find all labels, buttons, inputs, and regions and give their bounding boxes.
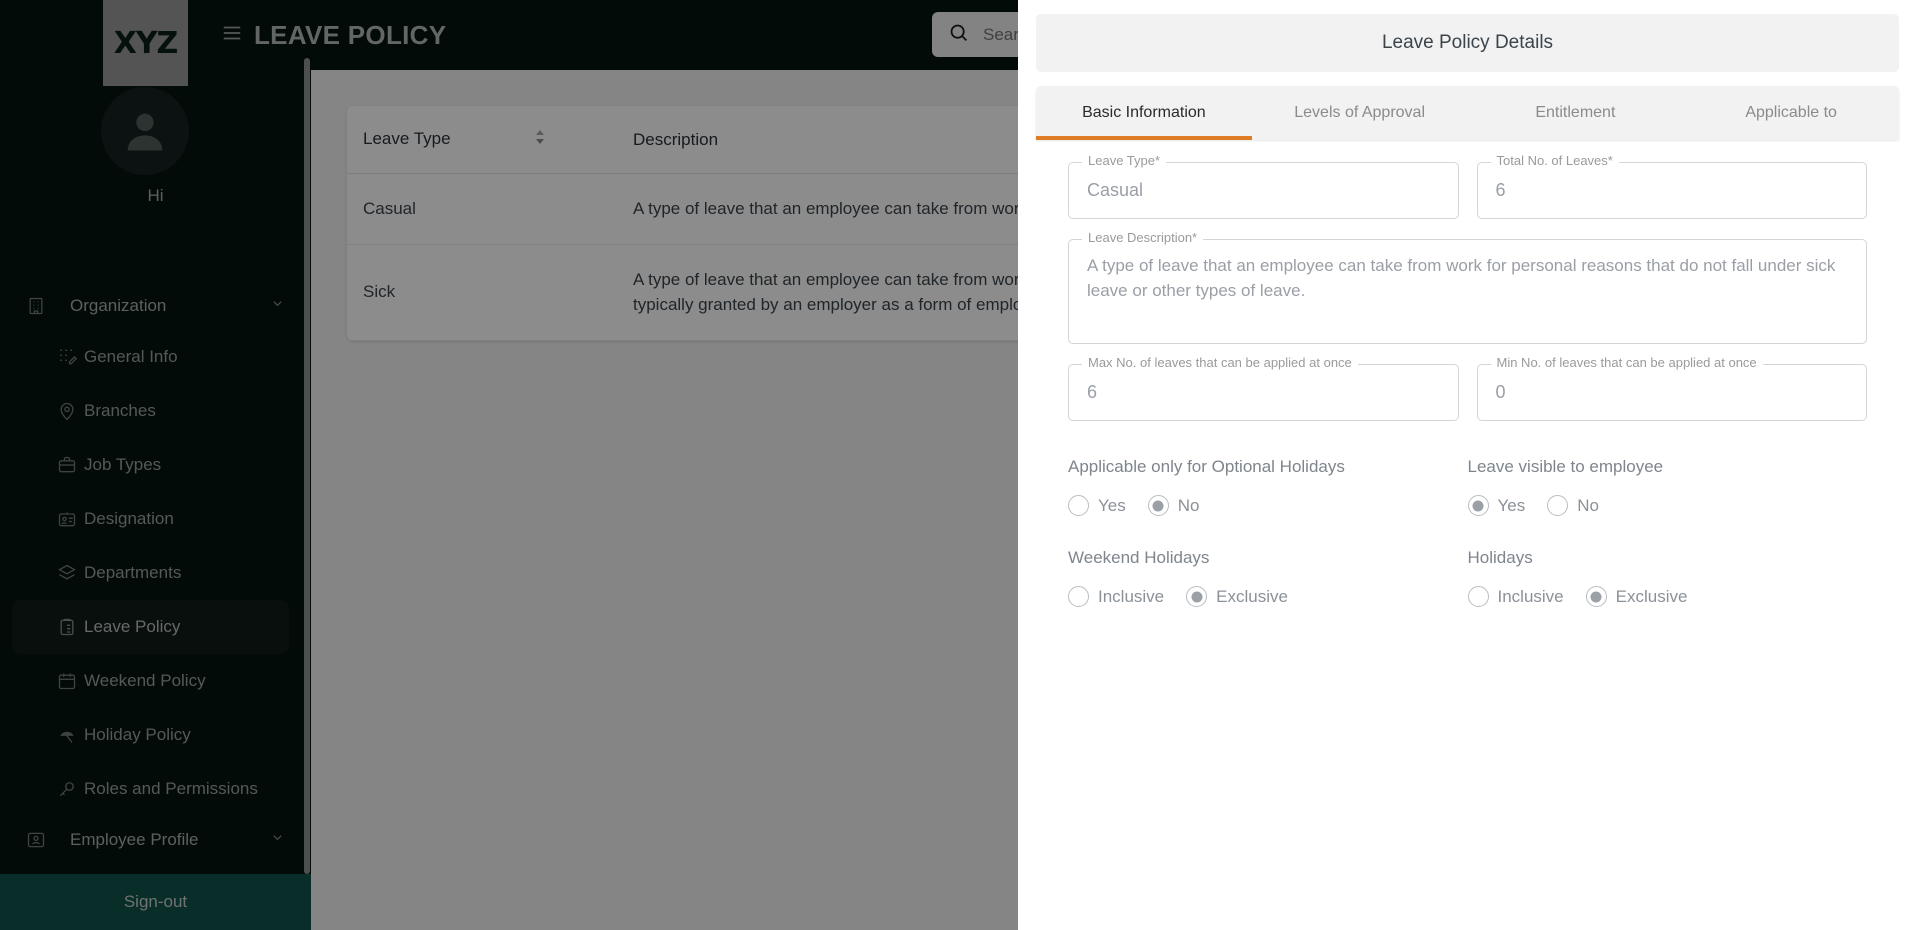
radio-dot-icon (1586, 586, 1607, 607)
field-label: Leave Description* (1082, 230, 1203, 245)
tab-basic-information[interactable]: Basic Information (1036, 86, 1252, 140)
radio-dot-icon (1148, 495, 1169, 516)
form-row-3: Max No. of leaves that can be applied at… (1068, 364, 1867, 421)
radio-group-label: Weekend Holidays (1068, 548, 1468, 568)
radio-group-label: Holidays (1468, 548, 1868, 568)
field-total-leaves: Total No. of Leaves* 6 (1477, 162, 1868, 219)
radio-option-label: Inclusive (1498, 587, 1564, 607)
radio-option-label: No (1577, 496, 1599, 516)
radio-option-label: Exclusive (1616, 587, 1688, 607)
field-label: Leave Type* (1082, 153, 1166, 168)
form-row-1: Leave Type* Casual Total No. of Leaves* … (1068, 162, 1867, 219)
min-leaves-input[interactable]: 0 (1477, 364, 1868, 421)
radio-group-label: Leave visible to employee (1468, 457, 1868, 477)
field-min-leaves: Min No. of leaves that can be applied at… (1477, 364, 1868, 421)
radio-dot-icon (1547, 495, 1568, 516)
leave-policy-details-modal: Leave Policy Details Basic Information L… (1018, 0, 1917, 930)
radio-dot-icon (1468, 586, 1489, 607)
radio-option-no[interactable]: No (1547, 495, 1599, 516)
tab-levels-of-approval[interactable]: Levels of Approval (1252, 86, 1468, 140)
field-label: Max No. of leaves that can be applied at… (1082, 355, 1358, 370)
radio-option-label: Inclusive (1098, 587, 1164, 607)
basic-information-form: Leave Type* Casual Total No. of Leaves* … (1018, 140, 1917, 639)
field-label: Total No. of Leaves* (1491, 153, 1619, 168)
modal-tabs: Basic Information Levels of Approval Ent… (1036, 86, 1899, 140)
radio-group-optional-holidays: Applicable only for Optional Holidays Ye… (1068, 457, 1468, 516)
radio-option-label: Yes (1498, 496, 1526, 516)
form-row-2: Leave Description* A type of leave that … (1068, 239, 1867, 344)
radio-option-exclusive[interactable]: Exclusive (1186, 586, 1288, 607)
modal-title: Leave Policy Details (1036, 14, 1899, 72)
field-leave-description: Leave Description* A type of leave that … (1068, 239, 1867, 344)
leave-description-textarea[interactable]: A type of leave that an employee can tak… (1068, 239, 1867, 344)
radio-row-2: Weekend Holidays Inclusive Exclusive (1068, 548, 1867, 607)
tab-applicable-to[interactable]: Applicable to (1683, 86, 1899, 140)
radio-option-inclusive[interactable]: Inclusive (1468, 586, 1564, 607)
radio-group-label: Applicable only for Optional Holidays (1068, 457, 1468, 477)
radio-option-label: Yes (1098, 496, 1126, 516)
radio-dot-icon (1468, 495, 1489, 516)
field-label: Min No. of leaves that can be applied at… (1491, 355, 1763, 370)
field-leave-type: Leave Type* Casual (1068, 162, 1459, 219)
radio-option-label: Exclusive (1216, 587, 1288, 607)
radio-group-leave-visible: Leave visible to employee Yes No (1468, 457, 1868, 516)
radio-option-yes[interactable]: Yes (1068, 495, 1126, 516)
leave-type-input[interactable]: Casual (1068, 162, 1459, 219)
radio-option-inclusive[interactable]: Inclusive (1068, 586, 1164, 607)
radio-dot-icon (1068, 495, 1089, 516)
max-leaves-input[interactable]: 6 (1068, 364, 1459, 421)
tab-entitlement[interactable]: Entitlement (1468, 86, 1684, 140)
total-leaves-input[interactable]: 6 (1477, 162, 1868, 219)
radio-option-label: No (1178, 496, 1200, 516)
radio-dot-icon (1068, 586, 1089, 607)
radio-dot-icon (1186, 586, 1207, 607)
radio-row-1: Applicable only for Optional Holidays Ye… (1068, 457, 1867, 516)
field-max-leaves: Max No. of leaves that can be applied at… (1068, 364, 1459, 421)
app-root: XYZ Hi Organization (0, 0, 1917, 930)
radio-group-weekend-holidays: Weekend Holidays Inclusive Exclusive (1068, 548, 1468, 607)
radio-option-yes[interactable]: Yes (1468, 495, 1526, 516)
radio-option-exclusive[interactable]: Exclusive (1586, 586, 1688, 607)
radio-group-holidays: Holidays Inclusive Exclusive (1468, 548, 1868, 607)
radio-option-no[interactable]: No (1148, 495, 1200, 516)
